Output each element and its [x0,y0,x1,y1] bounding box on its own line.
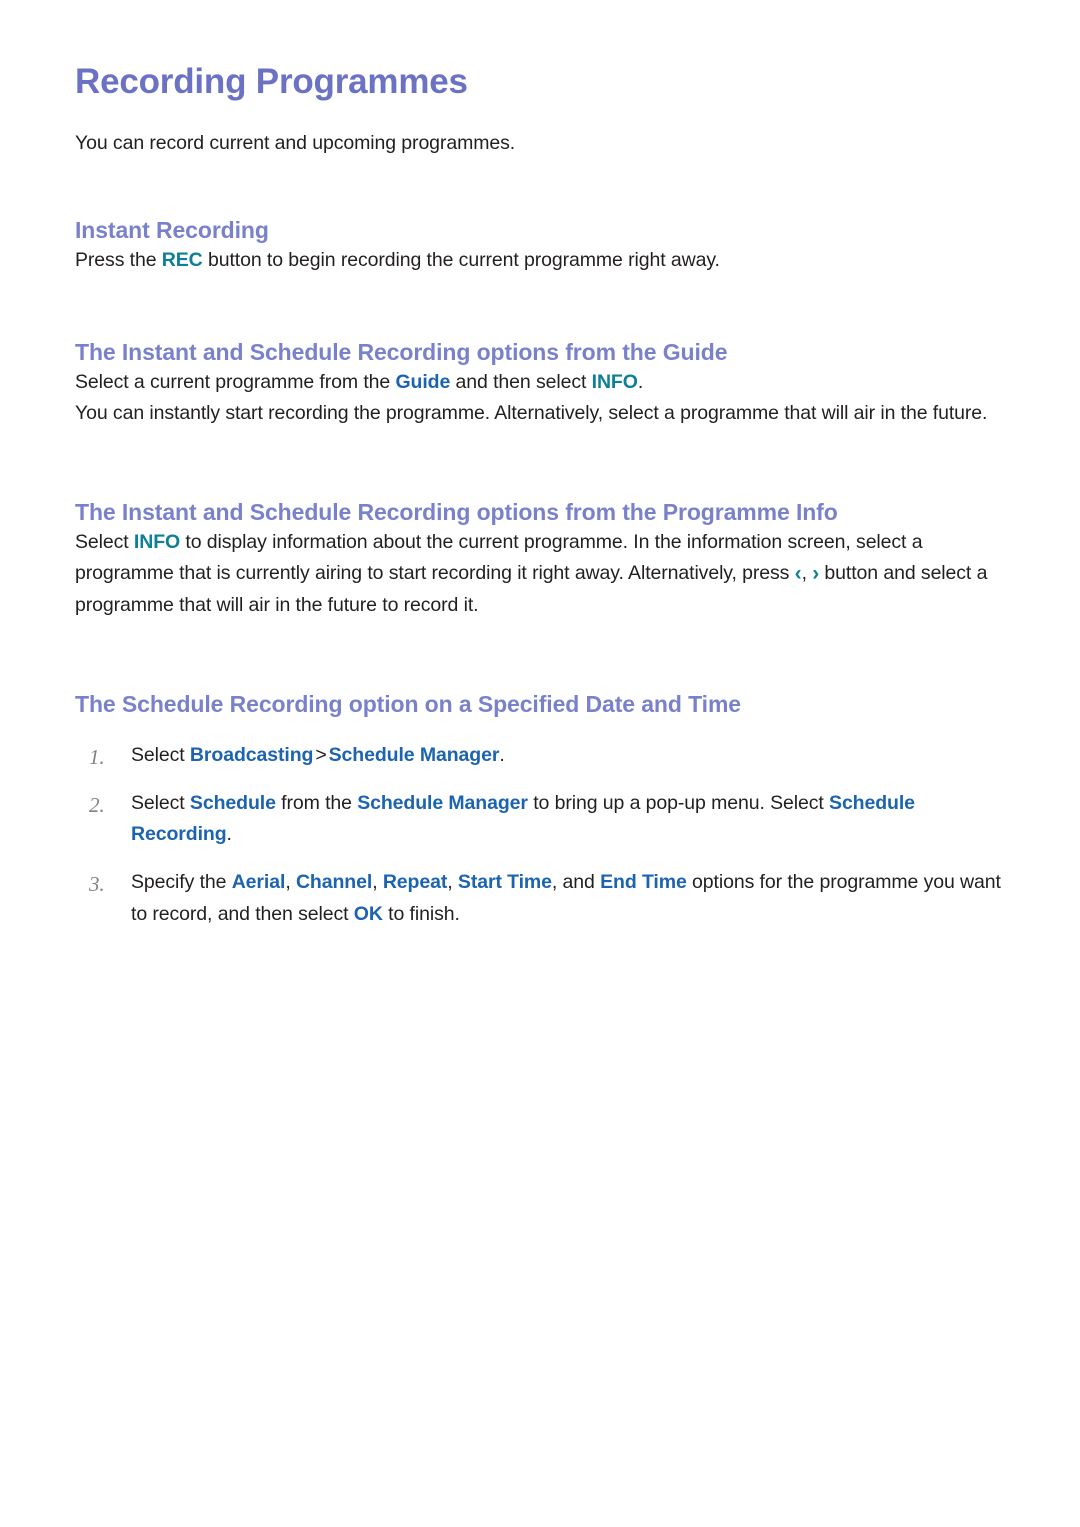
menu-path-separator: > [315,744,327,767]
text-fragment: Select [75,530,134,553]
chevron-left-icon[interactable]: ‹ [795,563,802,584]
token-repeat[interactable]: Repeat [383,871,448,893]
token-rec[interactable]: REC [162,249,203,271]
list-item: 3. Specify the Aerial, Channel, Repeat, S… [75,867,1018,930]
instant-recording-paragraph: Press the REC button to begin recording … [75,245,1018,277]
text-fragment: . [637,370,644,393]
section-heading-instant-recording: Instant Recording [75,216,269,243]
section-heading-guide-options: The Instant and Schedule Recording optio… [75,339,728,366]
chevron-right-icon[interactable]: › [812,563,819,584]
text-fragment: Select [131,791,190,814]
schedule-steps-list: 1. Select Broadcasting > Schedule Manager. … [75,740,1018,930]
step-number: 2. [89,792,105,817]
programme-info-paragraph: Select INFO to display information about… [75,527,1018,622]
text-fragment: and then select [450,370,592,393]
text-fragment: button to begin recording the current pr… [202,248,720,271]
token-guide[interactable]: Guide [395,371,450,393]
list-item: 2. Select Schedule from the Schedule Mana… [75,788,1018,851]
text-fragment: , [372,871,383,894]
token-ok[interactable]: OK [354,903,383,925]
text-fragment: . [226,823,232,846]
token-schedule-manager[interactable]: Schedule Manager [329,744,500,766]
token-info[interactable]: INFO [592,371,638,393]
section-heading-schedule-date-time: The Schedule Recording option on a Speci… [75,690,741,717]
list-item: 1. Select Broadcasting > Schedule Manager. [75,740,1018,772]
token-channel[interactable]: Channel [296,871,372,893]
text-fragment: . [499,744,505,767]
guide-options-paragraph-2: You can instantly start recording the pr… [75,402,988,425]
token-aerial[interactable]: Aerial [232,871,286,893]
text-fragment: , [801,562,813,585]
token-start-time[interactable]: Start Time [458,871,552,893]
text-fragment: to bring up a pop-up menu. Select [527,791,830,814]
step-number: 3. [89,872,105,897]
step-number: 1. [89,745,105,770]
text-fragment: Specify the [131,871,232,894]
text-fragment: to finish. [382,902,460,925]
token-info[interactable]: INFO [134,531,180,553]
text-fragment: Select [131,744,190,767]
text-fragment: , and [551,871,601,894]
page-lead-paragraph: You can record current and upcoming prog… [75,132,516,155]
text-fragment: from the [275,791,358,814]
text-fragment: Press the [75,248,162,271]
token-broadcasting[interactable]: Broadcasting [190,744,314,766]
document-page: Recording Programmes You can record curr… [0,0,1080,1527]
text-fragment: Select a current programme from the [75,370,396,393]
token-schedule-manager[interactable]: Schedule Manager [357,792,528,814]
section-heading-programme-info-options: The Instant and Schedule Recording optio… [75,499,838,526]
page-title: Recording Programmes [75,62,468,101]
token-end-time[interactable]: End Time [600,871,687,893]
guide-options-paragraph-1: Select a current programme from the Guid… [75,367,1018,399]
token-schedule[interactable]: Schedule [190,792,276,814]
text-fragment: , [447,871,458,894]
text-fragment: , [285,871,296,894]
